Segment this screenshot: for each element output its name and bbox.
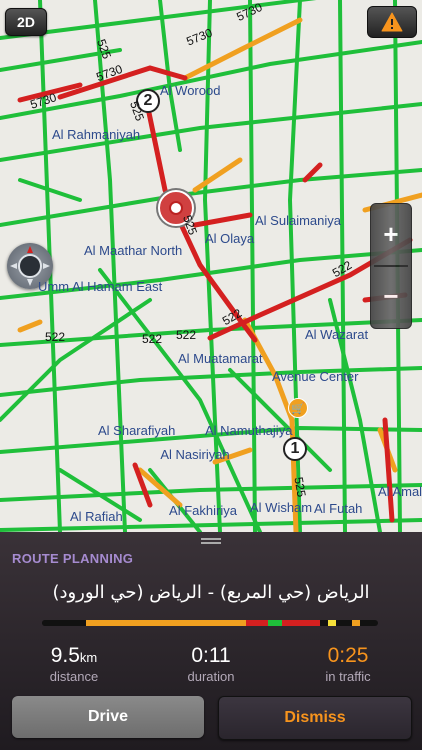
district-label: Umm Al Hamam East (38, 279, 163, 294)
district-label: Al Maathar North (84, 243, 183, 258)
district-label: Al Worood (160, 83, 221, 98)
distance-value: 9.5 (50, 644, 80, 667)
traffic-caption: in traffic (325, 669, 371, 684)
district-label: Al Wazarat (305, 327, 369, 342)
zoom-out-button[interactable]: − (371, 266, 411, 326)
district-label: Al Amal (378, 484, 422, 499)
duration-stat: 0:11 duration (160, 644, 262, 684)
waypoint-marker-1[interactable]: 1 (283, 437, 307, 461)
duration-value: 0:11 (191, 644, 231, 667)
district-label: Al Muatamarat (178, 351, 263, 366)
duration-caption: duration (187, 669, 235, 684)
2d-view-button[interactable]: 2D (5, 8, 47, 36)
district-label: Al Rafiah (70, 509, 123, 524)
road-number: 522 (176, 328, 197, 342)
shopping-cart-icon[interactable]: 🛒 (288, 398, 308, 418)
route-name: الرياض (حي المربع) - الرياض (حي الورود) (52, 582, 370, 603)
district-label: Al Futah (314, 501, 363, 516)
route-planning-panel: ROUTE PLANNING الرياض (حي المربع) - الري… (0, 532, 422, 750)
warning-triangle-icon (381, 12, 403, 32)
district-label: Al Wisham (250, 500, 313, 515)
zoom-control: + − (370, 203, 412, 329)
district-label: Al Rahmaniyah (52, 127, 141, 142)
distance-stat: 9.5km distance (20, 644, 128, 684)
panel-title: ROUTE PLANNING (12, 551, 134, 566)
district-label: Al Olaya (205, 231, 255, 246)
district-label: Avenue Center (272, 369, 359, 384)
report-warning-button[interactable] (367, 6, 417, 38)
zoom-in-button[interactable]: + (371, 204, 411, 264)
district-label: Al Sharafiyah (98, 423, 176, 438)
traffic-stat: 0:25 in traffic (296, 644, 400, 684)
road-number: 522 (45, 330, 66, 344)
traffic-value: 0:25 (327, 644, 369, 667)
road-number: 522 (142, 332, 163, 346)
map-view[interactable]: 2D + − 2 1 🛒 Al Worood Al Rahmaniyah Al … (0, 0, 422, 532)
district-label: Al Fakhiriya (169, 503, 237, 518)
panel-drag-handle[interactable] (201, 538, 221, 547)
district-label: Al Nasiriyah (160, 447, 230, 462)
drive-button[interactable]: Drive (12, 696, 204, 738)
district-label: Al Sulaimaniya (255, 213, 341, 228)
district-label: Al Namuthajiya (205, 423, 293, 438)
distance-caption: distance (49, 669, 99, 684)
distance-unit: km (79, 650, 98, 665)
traffic-bar (42, 620, 378, 626)
dismiss-button[interactable]: Dismiss (218, 696, 412, 740)
